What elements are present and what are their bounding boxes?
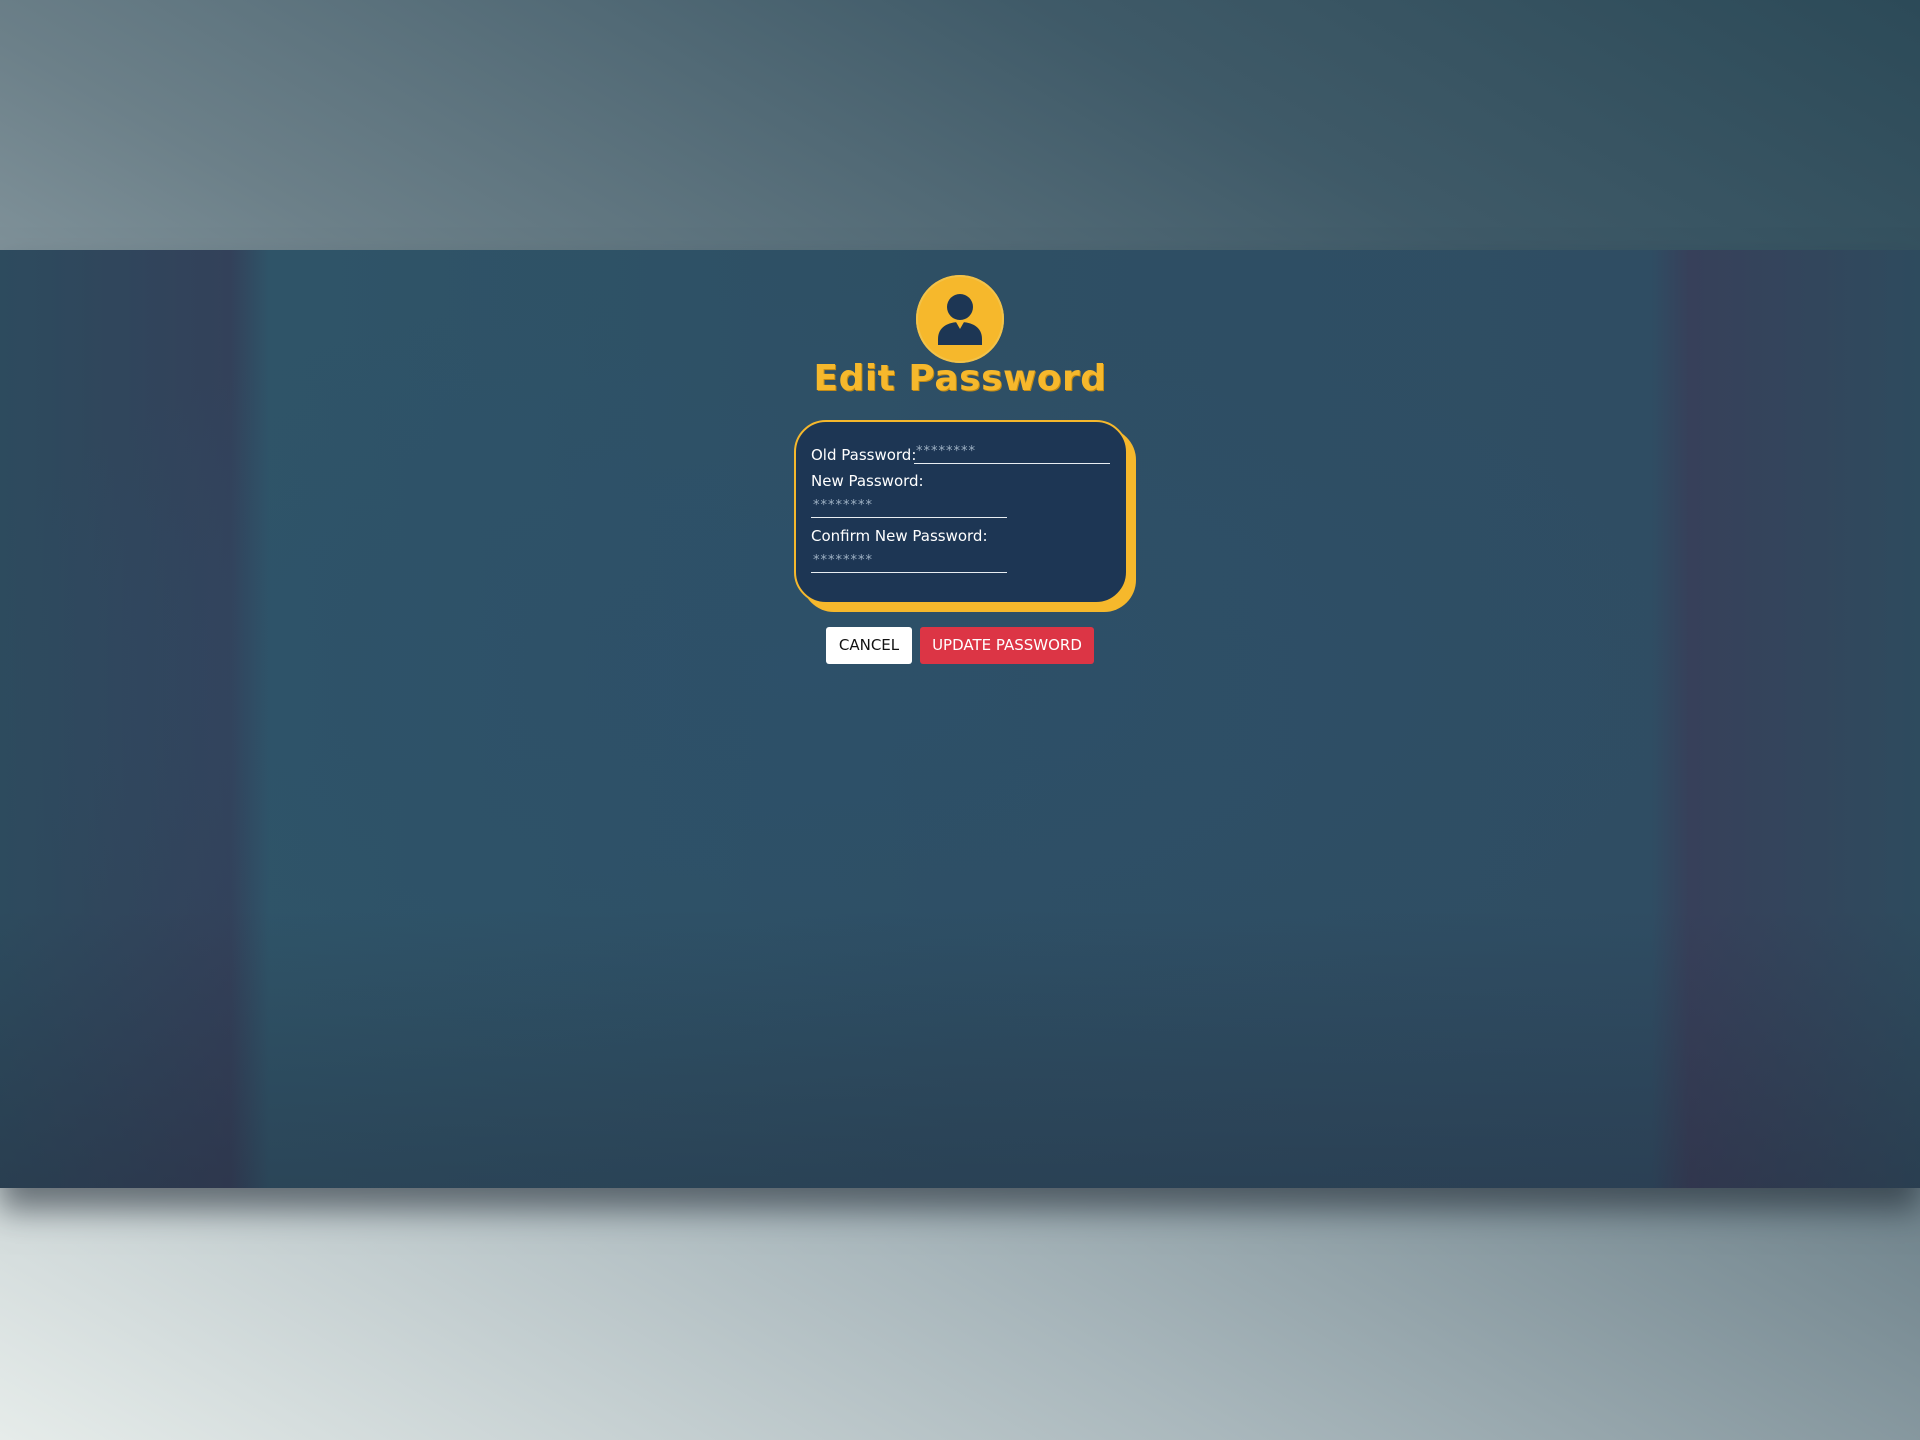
user-avatar <box>916 275 1004 363</box>
new-password-input[interactable]: ******** <box>811 496 1007 518</box>
page-title: Edit Password <box>813 358 1107 399</box>
old-password-label: Old Password: <box>811 446 917 464</box>
new-password-label: New Password: <box>811 472 924 490</box>
cancel-button[interactable]: CANCEL <box>826 627 912 664</box>
user-icon <box>938 294 982 345</box>
password-form-card: Old Password: ******** New Password: ***… <box>794 420 1128 604</box>
old-password-input[interactable]: ******** <box>914 442 1110 464</box>
confirm-password-label: Confirm New Password: <box>811 527 988 545</box>
confirm-password-input[interactable]: ******** <box>811 551 1007 573</box>
update-password-button[interactable]: UPDATE PASSWORD <box>920 627 1094 664</box>
